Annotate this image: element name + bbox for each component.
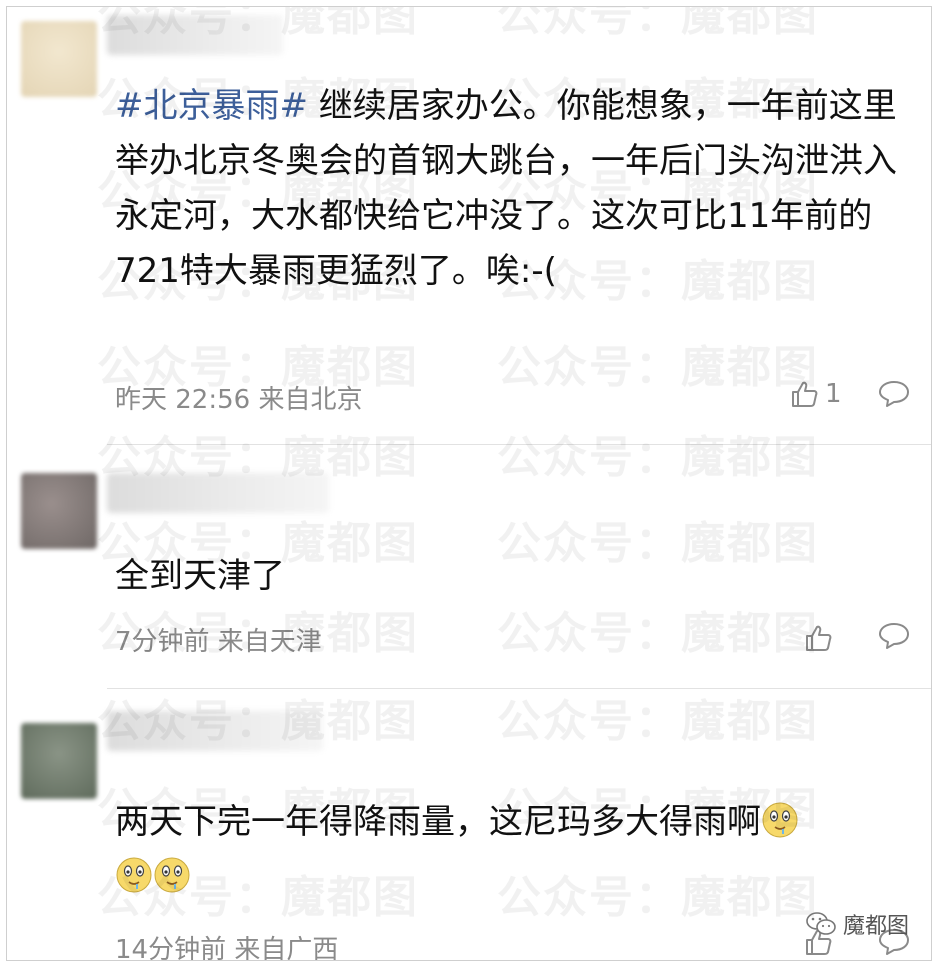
comment-meta: 昨天 22:56 来自北京 <box>115 385 363 415</box>
reply-icon[interactable] <box>877 379 911 409</box>
comment-item: 全到天津了 7分钟前 来自天津 <box>7 445 931 687</box>
like-button[interactable] <box>803 623 833 653</box>
drooling-face-emoji <box>116 857 152 893</box>
comment-text: 两天下完一年得降雨量，这尼玛多大得雨啊 <box>115 795 915 905</box>
reply-icon[interactable] <box>877 621 911 651</box>
wechat-icon <box>806 912 836 935</box>
comment-meta: 14分钟前 来自广西 <box>115 935 339 961</box>
comment-item: 两天下完一年得降雨量，这尼玛多大得雨啊 14分钟前 来自广西 <box>7 689 931 961</box>
avatar[interactable] <box>21 723 97 799</box>
thumbs-up-icon <box>792 381 818 407</box>
username-blurred[interactable] <box>107 15 283 55</box>
avatar[interactable] <box>21 21 97 97</box>
brand-label: 魔都图 <box>842 914 909 939</box>
like-button[interactable]: 1 <box>789 379 842 409</box>
comment-meta: 7分钟前 来自天津 <box>115 627 322 657</box>
like-count: 1 <box>825 379 842 409</box>
drooling-face-emoji <box>762 802 798 838</box>
hashtag-link[interactable]: #北京暴雨# <box>115 86 308 126</box>
username-blurred[interactable] <box>107 473 329 513</box>
comment-body: 两天下完一年得降雨量，这尼玛多大得雨啊 <box>115 802 761 842</box>
comment-text: #北京暴雨# 继续居家办公。你能想象，一年前这里举办北京冬奥会的首钢大跳台，一年… <box>115 79 915 299</box>
brand-watermark: 魔都图 <box>805 908 909 940</box>
username-blurred[interactable] <box>107 711 323 751</box>
thumbs-up-icon <box>806 625 832 651</box>
drooling-face-emoji <box>154 857 190 893</box>
comment-item: #北京暴雨# 继续居家办公。你能想象，一年前这里举办北京冬奥会的首钢大跳台，一年… <box>7 7 931 443</box>
avatar[interactable] <box>21 473 97 549</box>
comment-list: 公众号：魔都图 公众号：魔都图 公众号：魔都图 公众号：魔都图 公众号：魔都图 … <box>6 6 932 961</box>
comment-text: 全到天津了 <box>115 556 285 596</box>
